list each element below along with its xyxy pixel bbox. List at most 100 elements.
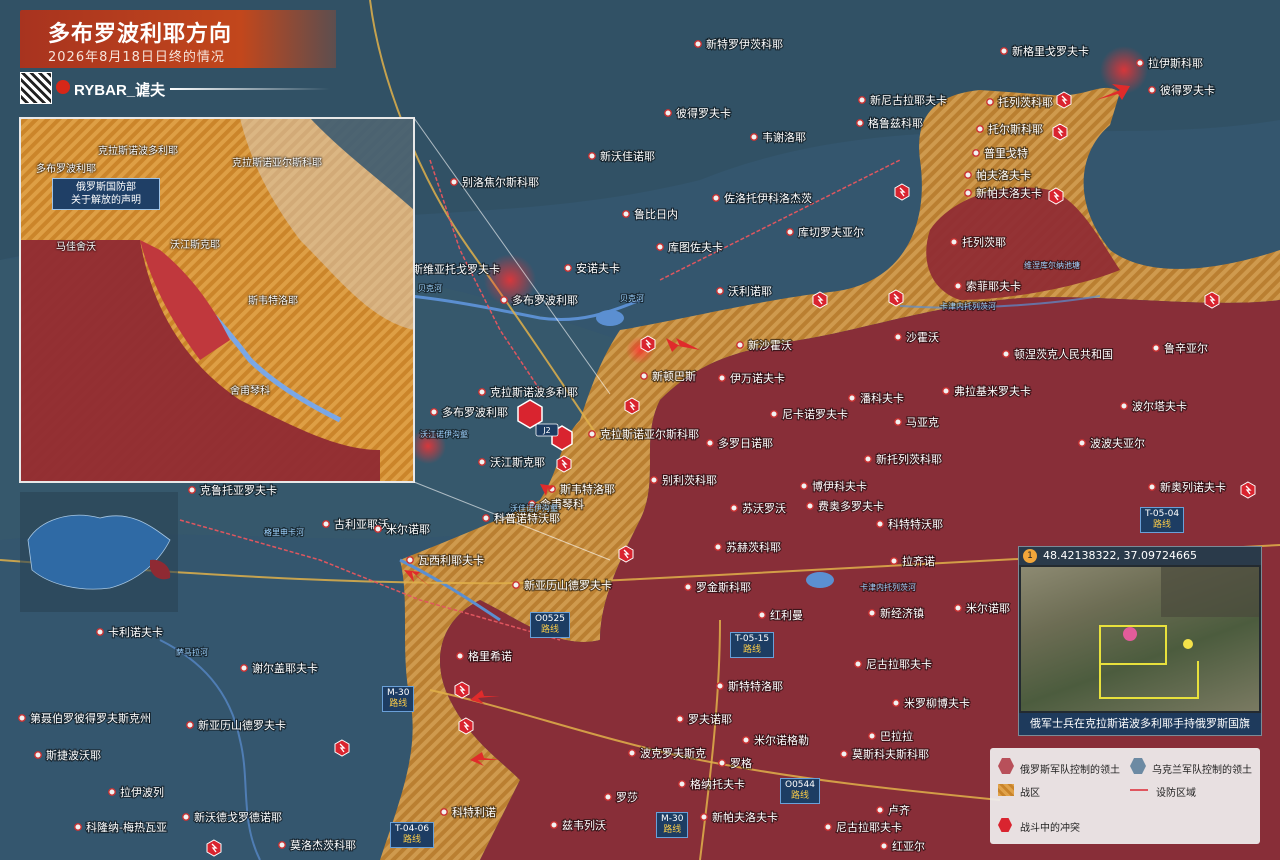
place-label: 莫斯科夫斯科耶 xyxy=(852,747,929,761)
settlement-marker xyxy=(18,714,26,722)
settlement-marker xyxy=(770,410,778,418)
settlement-marker xyxy=(694,40,702,48)
place-label: 多布罗波利耶 xyxy=(512,293,578,307)
place-label: 新沃德戈罗德诺耶 xyxy=(194,810,282,824)
inset-place-label: 多布罗波利耶 xyxy=(36,164,96,175)
settlement-marker xyxy=(664,109,672,117)
place-label: 新帕夫洛夫卡 xyxy=(712,810,778,824)
settlement-marker xyxy=(188,486,196,494)
place-label: 库切罗夫亚尔 xyxy=(798,226,864,239)
route-tag: M-30 路线 xyxy=(382,686,415,712)
settlement-marker xyxy=(942,387,950,395)
legend-grey-zone-swatch xyxy=(998,784,1014,796)
ukraine-minimap xyxy=(20,492,178,612)
place-label: 波尔塔夫卡 xyxy=(1132,400,1187,413)
inset-place-label: 克拉斯诺波多利耶 xyxy=(98,146,178,157)
place-label: 库图佐夫卡 xyxy=(668,240,723,254)
place-label: 科特特沃耶 xyxy=(888,517,943,531)
legend-russian-swatch xyxy=(998,758,1014,774)
legend-combat: 战斗中的冲突 xyxy=(1020,823,1080,834)
river-label: 卡津内托列茨河 xyxy=(940,301,996,311)
settlement-marker xyxy=(1002,350,1010,358)
place-label: 米尔诺格勒 xyxy=(754,733,809,747)
settlement-marker xyxy=(500,296,508,304)
route-label: 路线 xyxy=(1153,520,1172,530)
photo-coords: 48.42138322, 37.09724665 xyxy=(1043,549,1197,562)
place-label: 多布罗波利耶 xyxy=(442,405,508,419)
place-label: 新经济镇 xyxy=(880,606,924,620)
place-label: 弗拉基米罗夫卡 xyxy=(954,384,1031,398)
place-label: 科特利诺 xyxy=(452,805,496,819)
settlement-marker xyxy=(716,287,724,295)
route-tag: T-04-06 路线 xyxy=(390,822,435,848)
place-label: 韦谢洛耶 xyxy=(762,130,806,144)
settlement-marker xyxy=(622,210,630,218)
settlement-marker xyxy=(322,520,330,528)
place-label: 伊万诺夫卡 xyxy=(730,372,785,385)
settlement-marker xyxy=(374,525,382,533)
settlement-marker xyxy=(278,841,286,849)
inset-place-label: 沃江斯克耶 xyxy=(170,240,220,251)
settlement-marker xyxy=(840,750,848,758)
photo-image xyxy=(1021,567,1259,711)
place-label: 新亚历山德罗夫卡 xyxy=(524,578,612,592)
settlement-marker xyxy=(550,821,558,829)
settlement-marker xyxy=(786,228,794,236)
place-label: 罗莎 xyxy=(616,790,638,804)
place-label: 鲁比日内 xyxy=(634,207,678,221)
settlement-marker xyxy=(858,96,866,104)
place-label: 鲁辛亚尔 xyxy=(1164,341,1208,355)
photo-index: 1 xyxy=(1023,549,1037,563)
place-label: 普里戈特 xyxy=(984,146,1028,160)
place-label: 苏沃罗沃 xyxy=(742,502,786,515)
settlement-marker xyxy=(678,780,686,788)
place-label: 科隆纳-梅热瓦亚 xyxy=(86,820,167,834)
page-title: 多布罗波利耶方向 xyxy=(48,22,233,47)
route-code: O0544 xyxy=(785,780,815,790)
settlement-marker xyxy=(868,732,876,740)
settlement-marker xyxy=(730,504,738,512)
place-label: 格鲁兹科耶 xyxy=(868,116,923,130)
settlement-marker xyxy=(742,736,750,744)
place-label: 斯维亚托戈罗夫卡 xyxy=(412,262,500,276)
route-code: T-04-06 xyxy=(395,824,430,834)
place-label: 拉齐诺 xyxy=(902,554,935,568)
settlement-marker xyxy=(750,133,758,141)
title-banner: 多布罗波利耶方向 2026年8月18日日终的情况 xyxy=(20,10,336,68)
place-label: 安诺夫卡 xyxy=(576,261,620,275)
route-code: T-05-04 xyxy=(1145,509,1180,519)
place-label: 尼古拉耶夫卡 xyxy=(866,657,932,671)
place-label: 彼得罗夫卡 xyxy=(1160,84,1215,97)
place-label: 罗金斯科耶 xyxy=(696,580,751,594)
legend-ukrainian-control: 乌克兰军队控制的领土 xyxy=(1152,765,1252,776)
settlement-marker xyxy=(74,823,82,831)
river-label: 卡津内托列茨河 xyxy=(860,582,916,592)
settlement-marker xyxy=(964,171,972,179)
settlement-marker xyxy=(1078,439,1086,447)
settlement-marker xyxy=(964,189,972,197)
photo-caption: 俄军士兵在克拉斯诺波多利耶手持俄罗斯国旗 xyxy=(1019,713,1261,735)
settlement-marker xyxy=(880,842,888,850)
place-label: 斯特特洛耶 xyxy=(728,679,783,693)
route-label: 路线 xyxy=(389,699,408,709)
place-label: 顿涅茨克人民共和国 xyxy=(1014,347,1113,361)
settlement-marker xyxy=(456,652,464,660)
settlement-marker xyxy=(758,611,766,619)
settlement-marker xyxy=(478,458,486,466)
settlement-marker xyxy=(876,806,884,814)
settlement-marker xyxy=(96,628,104,636)
settlement-marker xyxy=(892,699,900,707)
settlement-marker xyxy=(856,119,864,127)
settlement-marker xyxy=(588,430,596,438)
route-label: 路线 xyxy=(790,791,809,801)
settlement-marker xyxy=(894,333,902,341)
settlement-marker xyxy=(440,808,448,816)
settlement-marker xyxy=(34,751,42,759)
settlement-marker xyxy=(716,682,724,690)
settlement-marker xyxy=(512,581,520,589)
settlement-marker xyxy=(676,715,684,723)
place-label: 新沃佳诺耶 xyxy=(600,149,655,163)
place-label: 莫洛杰茨科耶 xyxy=(290,838,356,852)
place-label: 苏赫茨科耶 xyxy=(726,540,781,554)
place-label: 斯捷波沃耶 xyxy=(46,748,101,762)
